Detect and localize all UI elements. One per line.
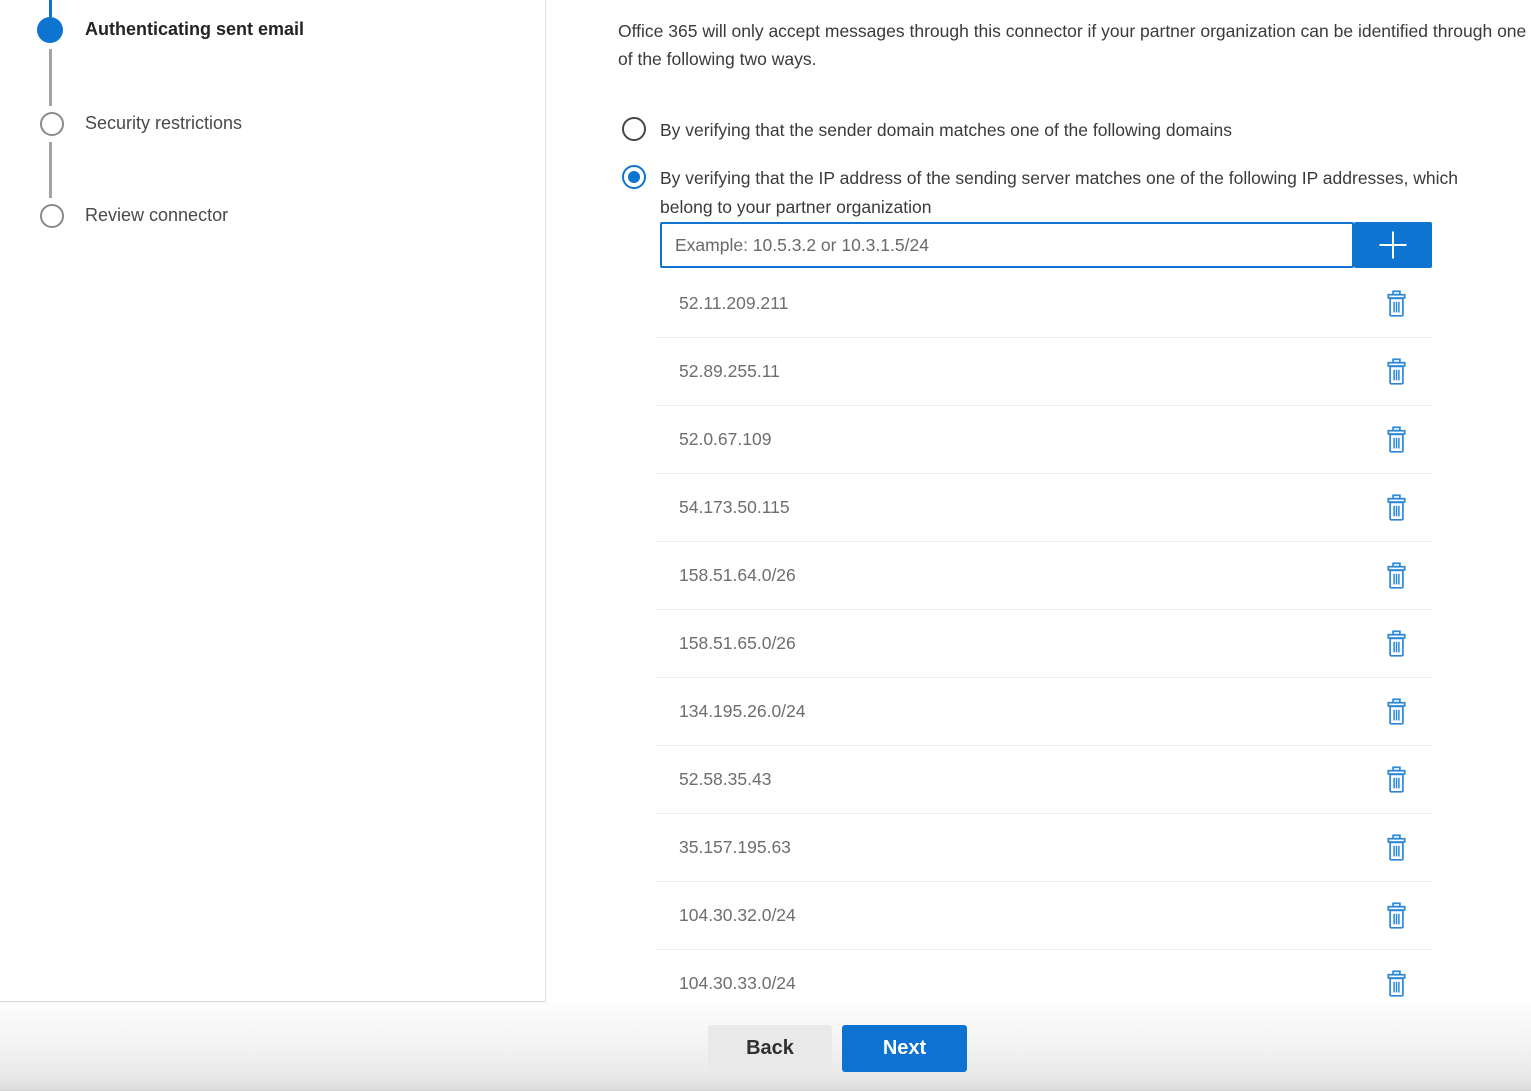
- intro-text: Office 365 will only accept messages thr…: [618, 17, 1530, 73]
- trash-icon: [1385, 426, 1408, 454]
- ip-address-value: 52.58.35.43: [679, 769, 771, 790]
- ip-address-value: 158.51.64.0/26: [679, 565, 796, 586]
- wizard-steps-pane: Authenticating sent email Security restr…: [0, 0, 546, 1002]
- delete-ip-button[interactable]: [1383, 968, 1410, 1000]
- radio-sender-domain-label[interactable]: By verifying that the sender domain matc…: [660, 116, 1460, 145]
- step-connector: [49, 142, 52, 198]
- radio-sender-domain[interactable]: [622, 117, 646, 141]
- step-connector-done: [49, 0, 52, 17]
- delete-ip-button[interactable]: [1383, 900, 1410, 932]
- ip-address-row: 104.30.32.0/24: [656, 882, 1432, 950]
- delete-ip-button[interactable]: [1383, 628, 1410, 660]
- trash-icon: [1385, 290, 1408, 318]
- trash-icon: [1385, 698, 1408, 726]
- trash-icon: [1385, 562, 1408, 590]
- ip-address-row: 52.89.255.11: [656, 338, 1432, 406]
- delete-ip-button[interactable]: [1383, 424, 1410, 456]
- delete-ip-button[interactable]: [1383, 288, 1410, 320]
- ip-address-value: 134.195.26.0/24: [679, 701, 806, 722]
- plus-icon: [1377, 229, 1409, 261]
- step-connector: [49, 49, 52, 106]
- ip-address-list: 52.11.209.211 52.89.255.11: [656, 270, 1432, 1002]
- delete-ip-button[interactable]: [1383, 492, 1410, 524]
- step-review-connector[interactable]: Review connector: [85, 205, 228, 226]
- ip-address-value: 52.89.255.11: [679, 361, 780, 382]
- trash-icon: [1385, 630, 1408, 658]
- trash-icon: [1385, 970, 1408, 998]
- trash-icon: [1385, 358, 1408, 386]
- ip-address-value: 52.0.67.109: [679, 429, 771, 450]
- ip-address-value: 158.51.65.0/26: [679, 633, 796, 654]
- trash-icon: [1385, 494, 1408, 522]
- step-upcoming-circle: [40, 204, 64, 228]
- ip-address-input[interactable]: [660, 222, 1354, 268]
- ip-address-row: 52.58.35.43: [656, 746, 1432, 814]
- ip-address-value: 35.157.195.63: [679, 837, 791, 858]
- radio-ip-address-label[interactable]: By verifying that the IP address of the …: [660, 164, 1488, 222]
- connector-settings-pane: Office 365 will only accept messages thr…: [546, 0, 1531, 1002]
- delete-ip-button[interactable]: [1383, 832, 1410, 864]
- ip-address-value: 104.30.33.0/24: [679, 973, 796, 994]
- step-security-restrictions[interactable]: Security restrictions: [85, 113, 242, 134]
- wizard-footer: Back Next: [0, 1002, 1531, 1091]
- radio-ip-address[interactable]: [622, 165, 646, 189]
- ip-address-row: 54.173.50.115: [656, 474, 1432, 542]
- delete-ip-button[interactable]: [1383, 356, 1410, 388]
- delete-ip-button[interactable]: [1383, 764, 1410, 796]
- ip-address-row: 158.51.65.0/26: [656, 610, 1432, 678]
- step-upcoming-circle: [40, 112, 64, 136]
- add-ip-button[interactable]: [1354, 222, 1432, 268]
- next-button[interactable]: Next: [842, 1025, 967, 1072]
- delete-ip-button[interactable]: [1383, 696, 1410, 728]
- ip-address-row: 35.157.195.63: [656, 814, 1432, 882]
- ip-address-value: 54.173.50.115: [679, 497, 790, 518]
- ip-address-row: 134.195.26.0/24: [656, 678, 1432, 746]
- ip-address-value: 52.11.209.211: [679, 293, 788, 314]
- ip-address-row: 104.30.33.0/24: [656, 950, 1432, 1002]
- delete-ip-button[interactable]: [1383, 560, 1410, 592]
- back-button[interactable]: Back: [708, 1025, 832, 1072]
- trash-icon: [1385, 834, 1408, 862]
- step-authenticating-sent-email[interactable]: Authenticating sent email: [85, 19, 304, 40]
- ip-address-value: 104.30.32.0/24: [679, 905, 796, 926]
- ip-address-row: 52.11.209.211: [656, 270, 1432, 338]
- step-active-dot: [37, 17, 63, 43]
- ip-address-row: 52.0.67.109: [656, 406, 1432, 474]
- ip-address-row: 158.51.64.0/26: [656, 542, 1432, 610]
- trash-icon: [1385, 902, 1408, 930]
- trash-icon: [1385, 766, 1408, 794]
